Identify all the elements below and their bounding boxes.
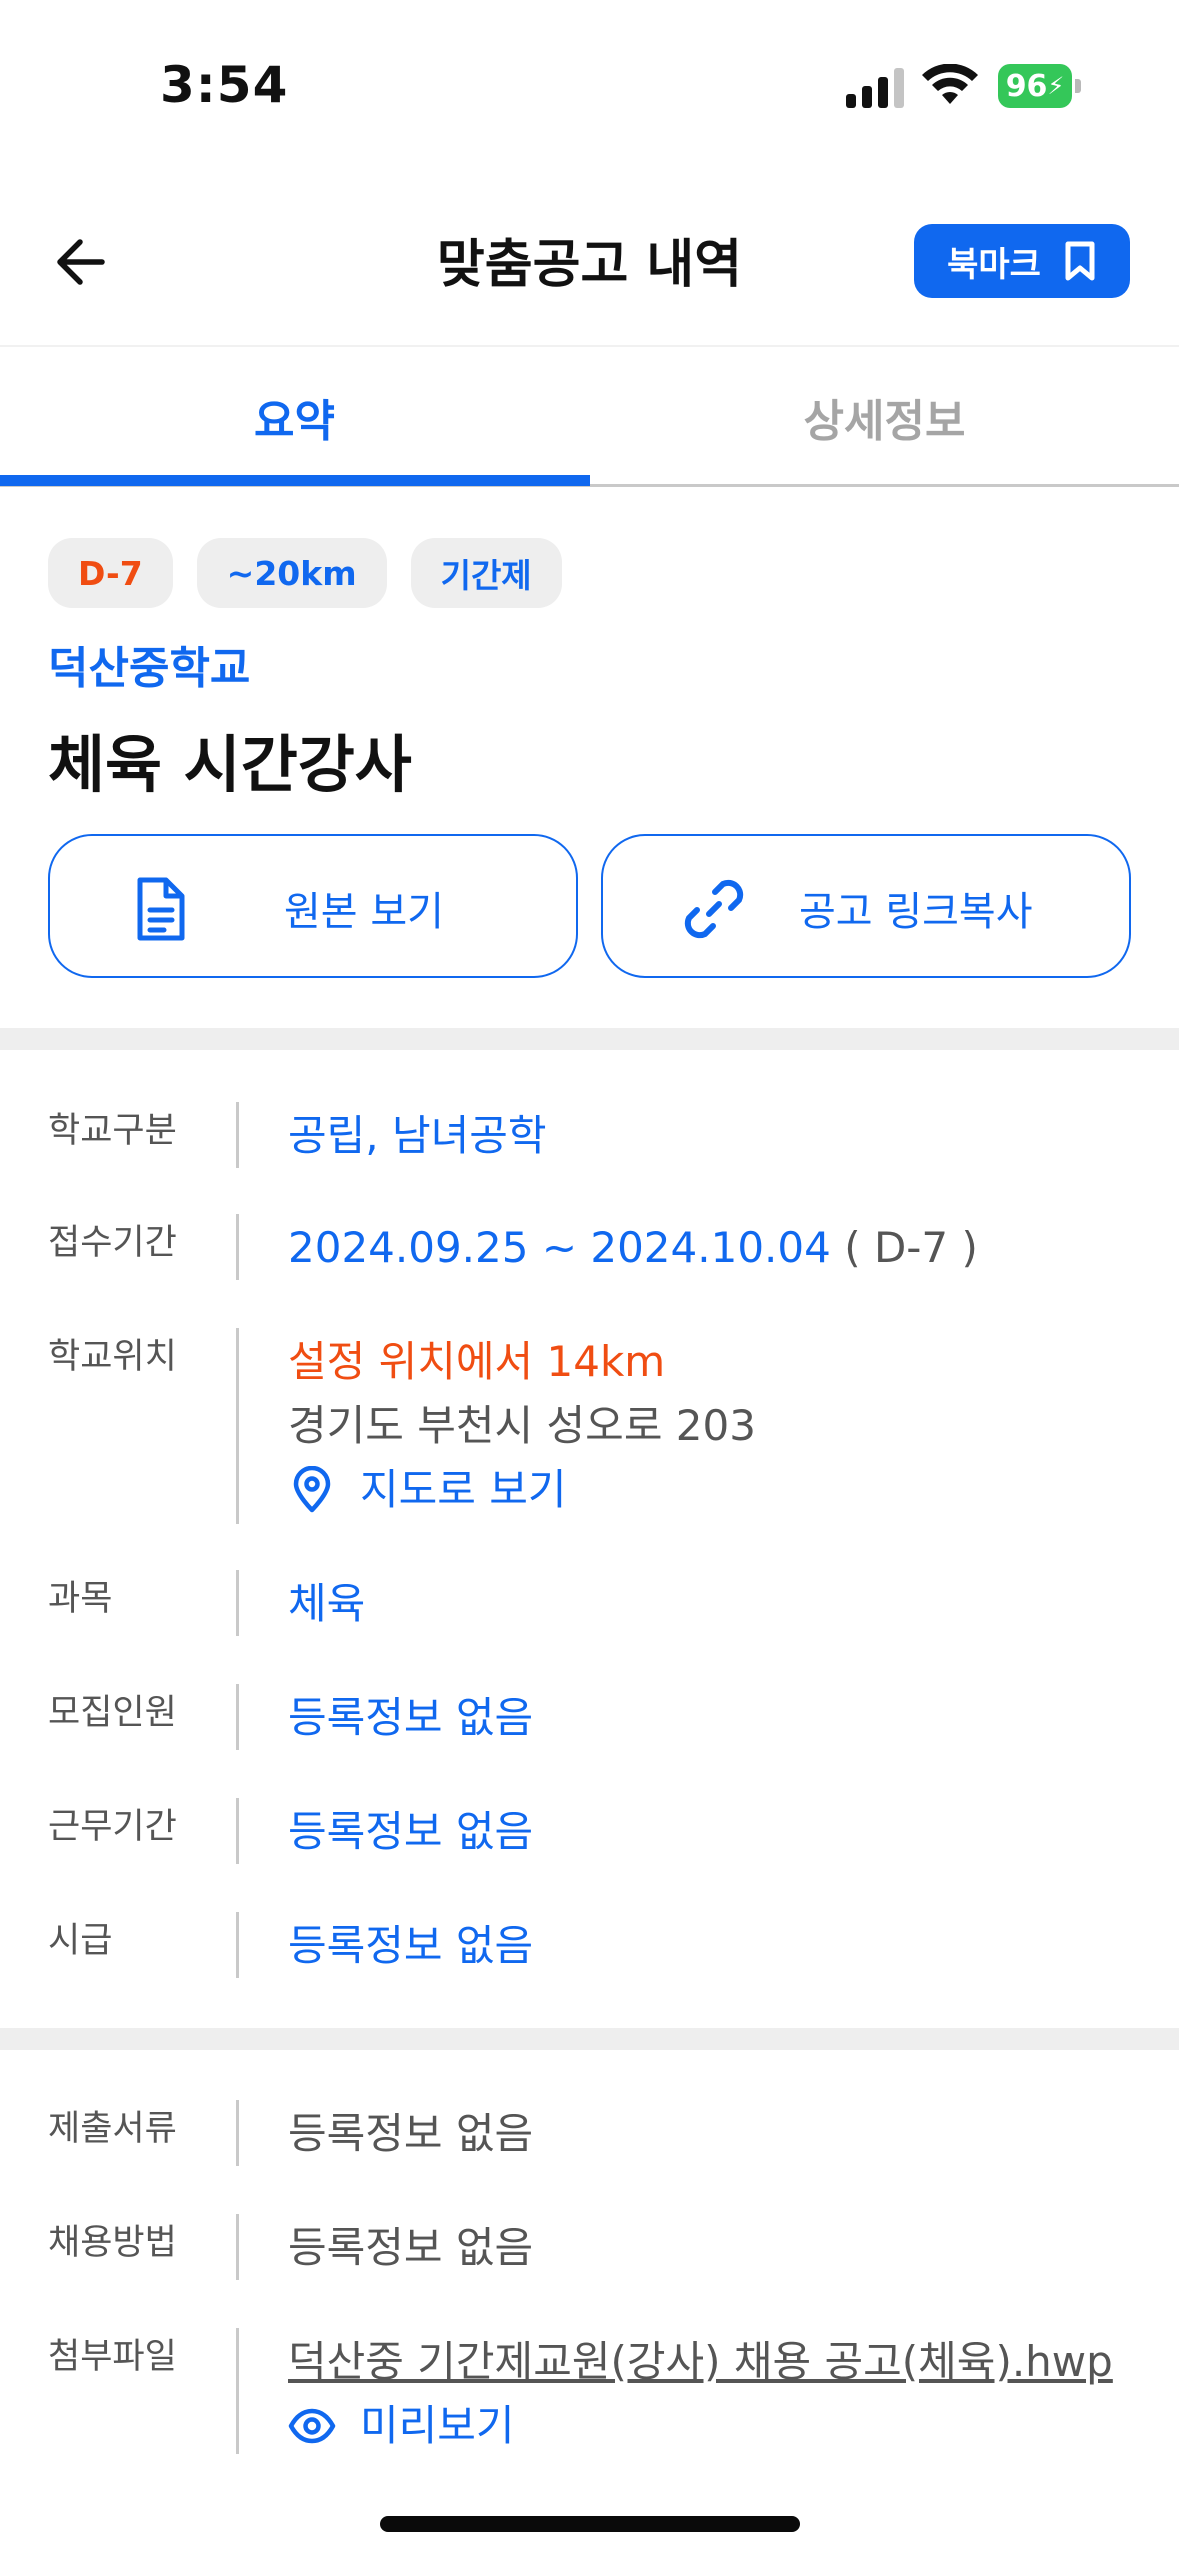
dday-chip: D-7	[48, 538, 173, 608]
documents-label: 제출서류	[48, 2109, 177, 2149]
link-icon	[684, 879, 744, 939]
tab-summary[interactable]: 요약	[0, 347, 589, 486]
tab-details[interactable]: 상세정보	[590, 347, 1179, 486]
period-value: 2024.09.25 ~ 2024.10.04	[288, 1223, 831, 1272]
preview-link[interactable]: 미리보기	[288, 2394, 1113, 2458]
method-value: 등록정보 없음	[288, 2223, 534, 2272]
bookmark-label: 북마크	[947, 244, 1041, 285]
period-dday: ( D-7 )	[844, 1223, 978, 1272]
map-link[interactable]: 지도로 보기	[288, 1458, 756, 1522]
wifi-icon	[922, 64, 978, 104]
distance-chip: ~20km	[196, 538, 387, 608]
recruits-label: 모집인원	[48, 1693, 177, 1733]
work-period-label: 근무기간	[48, 1807, 177, 1847]
home-indicator	[380, 2516, 800, 2532]
subject-value: 체육	[288, 1579, 366, 1628]
active-tab-indicator	[0, 475, 590, 486]
tab-bar: 요약 상세정보	[0, 345, 1179, 487]
school-type-label: 학교구분	[48, 1111, 177, 1151]
employment-type-chip: 기간제	[410, 538, 562, 608]
copy-link-label: 공고 링크복사	[799, 889, 1033, 935]
documents-value: 등록정보 없음	[288, 2109, 534, 2158]
battery-icon: 96 ⚡	[998, 64, 1082, 108]
pay-value: 등록정보 없음	[288, 1921, 534, 1970]
battery-level: 96	[1005, 68, 1048, 104]
view-original-button[interactable]: 원본 보기	[48, 834, 578, 978]
attachment-file-link[interactable]: 덕산중 기간제교원(강사) 채용 공고(체육).hwp	[288, 2330, 1113, 2394]
subject-label: 과목	[48, 1579, 113, 1619]
map-link-label: 지도로 보기	[360, 1465, 567, 1514]
section-divider	[0, 1028, 1179, 1050]
section-divider	[0, 2028, 1179, 2050]
view-original-label: 원본 보기	[284, 889, 444, 935]
eye-icon	[288, 2408, 336, 2444]
map-pin-icon	[293, 1466, 331, 1513]
job-title: 체육 시간강사	[48, 728, 412, 801]
location-distance: 설정 위치에서 14km	[288, 1337, 666, 1386]
back-arrow-icon[interactable]	[50, 230, 114, 294]
bookmark-icon	[1065, 241, 1095, 281]
period-label: 접수기간	[48, 1223, 177, 1263]
document-icon	[137, 877, 185, 941]
status-time: 3:54	[160, 56, 289, 114]
location-label: 학교위치	[48, 1337, 177, 1377]
recruits-value: 등록정보 없음	[288, 1693, 534, 1742]
tag-chips: D-7 ~20km 기간제	[48, 538, 562, 608]
cellular-signal-icon	[846, 68, 904, 108]
copy-link-button[interactable]: 공고 링크복사	[601, 834, 1131, 978]
pay-label: 시급	[48, 1921, 113, 1961]
method-label: 채용방법	[48, 2223, 177, 2263]
school-name: 덕산중학교	[48, 643, 251, 694]
attachment-label: 첨부파일	[48, 2337, 177, 2377]
app-header: 맞춤공고 내역 북마크	[0, 170, 1179, 345]
status-bar: 3:54 96 ⚡	[0, 0, 1179, 170]
preview-label: 미리보기	[360, 2401, 515, 2450]
work-period-value: 등록정보 없음	[288, 1807, 534, 1856]
location-address: 경기도 부천시 성오로 203	[288, 1401, 756, 1450]
bookmark-button[interactable]: 북마크	[914, 224, 1130, 298]
school-type-value: 공립, 남녀공학	[288, 1111, 547, 1160]
